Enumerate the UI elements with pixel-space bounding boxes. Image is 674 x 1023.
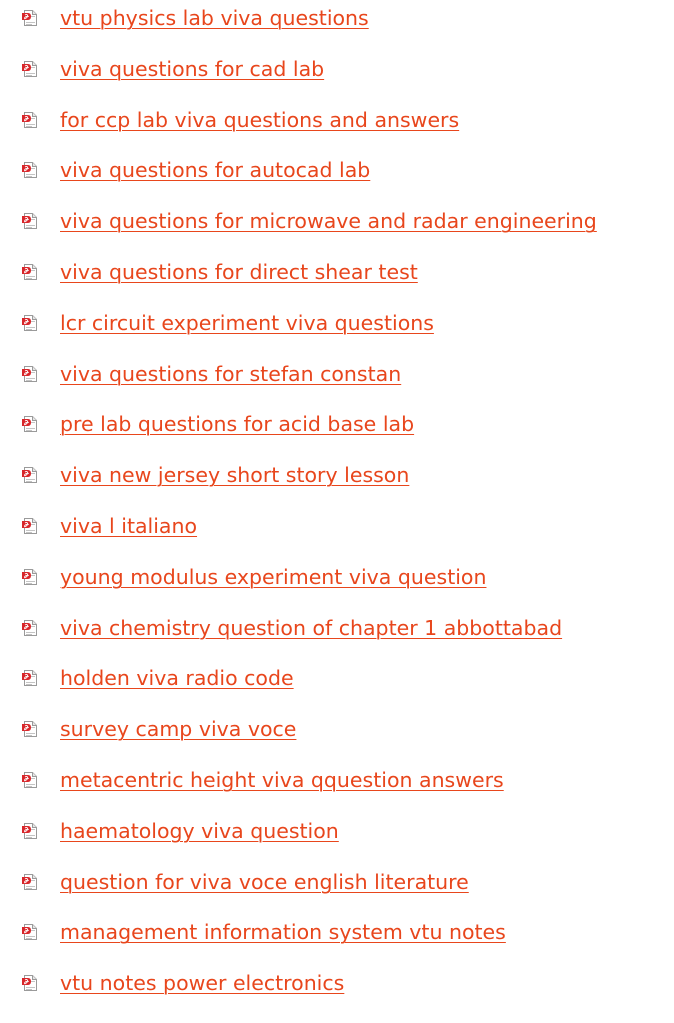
list-item: viva new jersey short story lesson (0, 457, 674, 508)
pdf-link[interactable]: for ccp lab viva questions and answers (60, 106, 459, 134)
pdf-link[interactable]: viva questions for microwave and radar e… (60, 207, 597, 235)
list-item: survey camp viva voce (0, 711, 674, 762)
pdf-link[interactable]: survey camp viva voce (60, 715, 296, 743)
pdf-link[interactable]: vtu physics lab viva questions (60, 4, 369, 32)
pdf-link[interactable]: viva chemistry question of chapter 1 abb… (60, 614, 562, 642)
list-item: viva questions for direct shear test (0, 254, 674, 305)
pdf-link[interactable]: viva new jersey short story lesson (60, 461, 409, 489)
pdf-file-icon (22, 670, 38, 687)
list-item: for ccp lab viva questions and answers (0, 102, 674, 153)
pdf-link[interactable]: holden viva radio code (60, 664, 294, 692)
list-item: vtu physics lab viva questions (0, 0, 674, 51)
pdf-link[interactable]: viva l italiano (60, 512, 197, 540)
pdf-link[interactable]: metacentric height viva qquestion answer… (60, 766, 504, 794)
list-item: holden viva radio code (0, 660, 674, 711)
pdf-file-icon (22, 111, 38, 128)
pdf-link[interactable]: management information system vtu notes (60, 918, 506, 946)
list-item: viva questions for stefan constan (0, 356, 674, 407)
pdf-link[interactable]: pre lab questions for acid base lab (60, 410, 414, 438)
pdf-link[interactable]: vtu notes power electronics (60, 969, 344, 997)
list-item: young modulus experiment viva question (0, 559, 674, 610)
list-item: lcr circuit experiment viva questions (0, 305, 674, 356)
pdf-file-icon (22, 975, 38, 992)
list-item: metacentric height viva qquestion answer… (0, 762, 674, 813)
pdf-link[interactable]: viva questions for direct shear test (60, 258, 418, 286)
list-item: vtu notes power electronics (0, 965, 674, 1016)
pdf-file-icon (22, 771, 38, 788)
pdf-file-icon (22, 568, 38, 585)
list-item: viva questions for microwave and radar e… (0, 203, 674, 254)
list-item: pre lab questions for acid base lab (0, 406, 674, 457)
pdf-file-icon (22, 10, 38, 26)
pdf-file-icon (22, 721, 38, 738)
pdf-link[interactable]: question for viva voce english literatur… (60, 868, 469, 896)
pdf-file-icon (22, 467, 38, 484)
list-item: viva questions for cad lab (0, 51, 674, 102)
list-item: question for viva voce english literatur… (0, 864, 674, 915)
pdf-link[interactable]: haematology viva question (60, 817, 339, 845)
pdf-link-list: vtu physics lab viva questions viva ques… (0, 0, 674, 1016)
list-item: viva chemistry question of chapter 1 abb… (0, 610, 674, 661)
pdf-link[interactable]: viva questions for autocad lab (60, 156, 370, 184)
pdf-file-icon (22, 416, 38, 433)
pdf-file-icon (22, 873, 38, 890)
pdf-file-icon (22, 60, 38, 77)
pdf-link[interactable]: viva questions for cad lab (60, 55, 324, 83)
pdf-file-icon (22, 263, 38, 280)
pdf-file-icon (22, 213, 38, 230)
pdf-file-icon (22, 365, 38, 382)
pdf-file-icon (22, 924, 38, 941)
list-item: viva l italiano (0, 508, 674, 559)
pdf-file-icon (22, 162, 38, 179)
list-item: haematology viva question (0, 813, 674, 864)
list-item: viva questions for autocad lab (0, 152, 674, 203)
pdf-file-icon (22, 314, 38, 331)
pdf-link[interactable]: young modulus experiment viva question (60, 563, 486, 591)
pdf-link[interactable]: viva questions for stefan constan (60, 360, 401, 388)
pdf-file-icon (22, 822, 38, 839)
pdf-file-icon (22, 517, 38, 534)
list-item: management information system vtu notes (0, 914, 674, 965)
pdf-file-icon (22, 619, 38, 636)
pdf-link[interactable]: lcr circuit experiment viva questions (60, 309, 434, 337)
